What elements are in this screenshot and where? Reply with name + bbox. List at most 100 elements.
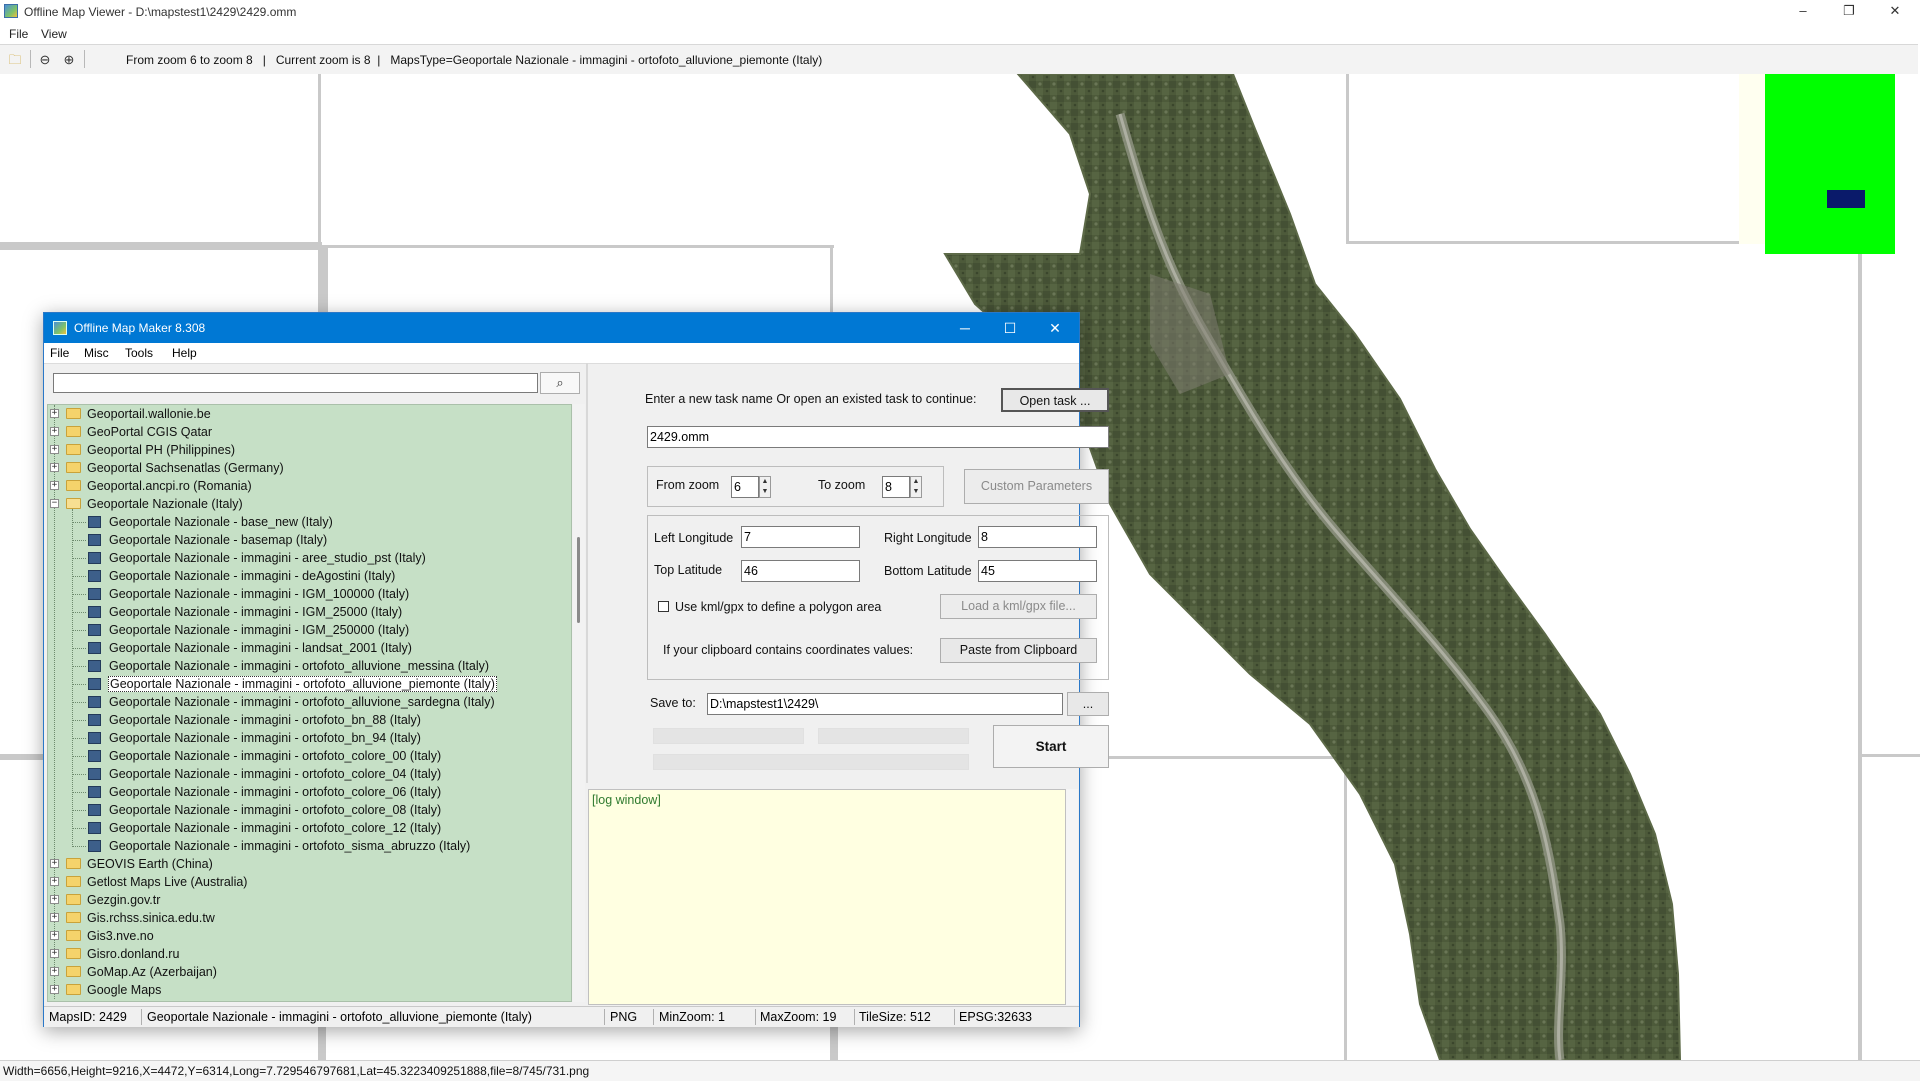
tree-folder[interactable]: + Gis.rchss.sinica.edu.tw <box>48 909 571 927</box>
task-prompt-label: Enter a new task name Or open an existed… <box>645 392 977 406</box>
tree-folder[interactable]: + Geoportal Sachsenatlas (Germany) <box>48 459 571 477</box>
tree-scrollbar[interactable] <box>573 404 585 1002</box>
top-latitude-input[interactable]: 46 <box>741 560 860 582</box>
expand-icon[interactable]: + <box>50 895 59 904</box>
maps-tree[interactable]: + Geoportail.wallonie.be + GeoPortal CGIS Q… <box>47 404 572 1002</box>
tree-map-item[interactable]: Geoportale Nazionale - immagini - ortofo… <box>48 801 571 819</box>
dialog-minimize-button[interactable]: ─ <box>942 313 988 343</box>
tree-map-item[interactable]: Geoportale Nazionale - immagini - deAgos… <box>48 567 571 585</box>
search-button[interactable]: ⌕ <box>540 372 580 394</box>
expand-icon[interactable]: + <box>50 859 59 868</box>
load-kml-button[interactable]: Load a kml/gpx file... <box>940 594 1097 619</box>
close-button[interactable]: ✕ <box>1872 0 1918 24</box>
status-separator <box>954 1009 955 1025</box>
tree-map-item[interactable]: Geoportale Nazionale - immagini - ortofo… <box>48 657 571 675</box>
left-longitude-input[interactable]: 7 <box>741 526 860 548</box>
start-button[interactable]: Start <box>993 725 1109 768</box>
dialog-menu-tools[interactable]: Tools <box>125 346 153 360</box>
tree-map-item[interactable]: Geoportale Nazionale - immagini - ortofo… <box>48 675 571 693</box>
expand-icon[interactable]: + <box>50 463 59 472</box>
tree-folder[interactable]: + Geoportal.ancpi.ro (Romania) <box>48 477 571 495</box>
tree-map-item[interactable]: Geoportale Nazionale - immagini - ortofo… <box>48 729 571 747</box>
tree-map-item[interactable]: Geoportale Nazionale - basemap (Italy) <box>48 531 571 549</box>
expand-icon[interactable]: + <box>50 427 59 436</box>
dialog-menu-misc[interactable]: Misc <box>84 346 109 360</box>
browse-button[interactable]: ... <box>1067 692 1109 716</box>
tree-map-item[interactable]: Geoportale Nazionale - immagini - ortofo… <box>48 783 571 801</box>
log-scrollbar[interactable] <box>1066 789 1078 1005</box>
overview-minimap[interactable] <box>1765 74 1895 254</box>
minimize-button[interactable]: – <box>1780 0 1826 24</box>
expand-icon[interactable]: + <box>50 967 59 976</box>
folder-open-icon[interactable]: 🗀 <box>7 52 23 67</box>
kml-polygon-checkbox[interactable] <box>658 601 669 612</box>
tree-folder[interactable]: + GEOVIS Earth (China) <box>48 855 571 873</box>
save-to-input[interactable]: D:\mapstest1\2429\ <box>707 693 1063 715</box>
open-task-button[interactable]: Open task ... <box>1001 388 1109 412</box>
tree-map-item[interactable]: Geoportale Nazionale - base_new (Italy) <box>48 513 571 531</box>
expand-icon[interactable]: + <box>50 931 59 940</box>
task-name-input[interactable]: 2429.omm <box>647 426 1109 448</box>
menu-file[interactable]: File <box>9 27 28 41</box>
log-window[interactable]: [log window] <box>588 789 1066 1005</box>
expand-icon[interactable]: + <box>50 409 59 418</box>
expand-icon[interactable]: + <box>50 949 59 958</box>
tree-folder[interactable]: + Google Maps <box>48 981 571 999</box>
search-input[interactable] <box>53 373 538 393</box>
folder-icon <box>66 876 81 887</box>
tree-map-item[interactable]: Geoportale Nazionale - immagini - IGM_25… <box>48 621 571 639</box>
menu-view[interactable]: View <box>41 27 67 41</box>
tree-map-item[interactable]: Geoportale Nazionale - immagini - IGM_25… <box>48 603 571 621</box>
dialog-close-button[interactable]: ✕ <box>1032 313 1078 343</box>
tree-folder[interactable]: + GeoPortal CGIS Qatar <box>48 423 571 441</box>
tree-folder[interactable]: + GoMap.Az (Azerbaijan) <box>48 963 571 981</box>
tree-folder[interactable]: − Geoportale Nazionale (Italy) <box>48 495 571 513</box>
to-zoom-input[interactable]: 8 <box>882 476 910 498</box>
folder-icon <box>66 894 81 905</box>
tree-map-item[interactable]: Geoportale Nazionale - immagini - ortofo… <box>48 747 571 765</box>
expand-icon[interactable]: + <box>50 985 59 994</box>
right-longitude-label: Right Longitude <box>884 531 972 545</box>
expand-icon[interactable]: + <box>50 877 59 886</box>
tree-folder[interactable]: + Geoportal PH (Philippines) <box>48 441 571 459</box>
expand-icon[interactable]: + <box>50 913 59 922</box>
restore-button[interactable]: ❐ <box>1826 0 1872 24</box>
scrollbar-thumb[interactable] <box>577 537 580 623</box>
tree-folder[interactable]: + Gis3.nve.no <box>48 927 571 945</box>
bottom-latitude-input[interactable]: 45 <box>978 560 1097 582</box>
tree-folder[interactable]: + Geoportail.wallonie.be <box>48 405 571 423</box>
tree-folder[interactable]: + Getlost Maps Live (Australia) <box>48 873 571 891</box>
tree-map-item[interactable]: Geoportale Nazionale - immagini - ortofo… <box>48 837 571 855</box>
from-zoom-input[interactable]: 6 <box>731 476 759 498</box>
collapse-icon[interactable]: − <box>50 499 59 508</box>
expand-icon[interactable]: + <box>50 481 59 490</box>
tree-folder[interactable]: + Gezgin.gov.tr <box>48 891 571 909</box>
tree-map-item[interactable]: Geoportale Nazionale - immagini - ortofo… <box>48 711 571 729</box>
from-zoom-spinner[interactable]: ▲ ▼ <box>759 476 771 498</box>
tree-map-item[interactable]: Geoportale Nazionale - immagini - ortofo… <box>48 819 571 837</box>
tree-folder[interactable]: + Gisro.donland.ru <box>48 945 571 963</box>
expand-icon[interactable]: + <box>50 445 59 454</box>
right-longitude-input[interactable]: 8 <box>978 526 1097 548</box>
zoom-in-icon[interactable]: ⊕ <box>61 52 77 67</box>
tree-connector <box>72 792 86 793</box>
dialog-maximize-button[interactable]: ☐ <box>987 313 1033 343</box>
tree-map-item[interactable]: Geoportale Nazionale - immagini - landsa… <box>48 639 571 657</box>
paste-clipboard-button[interactable]: Paste from Clipboard <box>940 638 1097 663</box>
window-title: Offline Map Viewer - D:\mapstest1\2429\2… <box>24 5 297 19</box>
tree-item-label: Geoportale Nazionale (Italy) <box>87 497 243 511</box>
tree-map-item[interactable]: Geoportale Nazionale - immagini - ortofo… <box>48 693 571 711</box>
zoom-out-icon[interactable]: ⊖ <box>37 52 53 67</box>
dialog-menu-file[interactable]: File <box>50 346 69 360</box>
tree-item-label: Geoportal PH (Philippines) <box>87 443 235 457</box>
dialog-menu-help[interactable]: Help <box>172 346 197 360</box>
custom-parameters-button[interactable]: Custom Parameters <box>964 469 1109 504</box>
tree-map-item[interactable]: Geoportale Nazionale - immagini - aree_s… <box>48 549 571 567</box>
dialog-status-bar: MapsID: 2429 Geoportale Nazionale - imma… <box>44 1006 1079 1027</box>
folder-icon <box>66 912 81 923</box>
minimap-viewport[interactable] <box>1827 190 1865 208</box>
dialog-title-bar[interactable]: Offline Map Maker 8.308 ─ ☐ ✕ <box>44 313 1079 343</box>
to-zoom-spinner[interactable]: ▲ ▼ <box>910 476 922 498</box>
tree-map-item[interactable]: Geoportale Nazionale - immagini - ortofo… <box>48 765 571 783</box>
tree-map-item[interactable]: Geoportale Nazionale - immagini - IGM_10… <box>48 585 571 603</box>
